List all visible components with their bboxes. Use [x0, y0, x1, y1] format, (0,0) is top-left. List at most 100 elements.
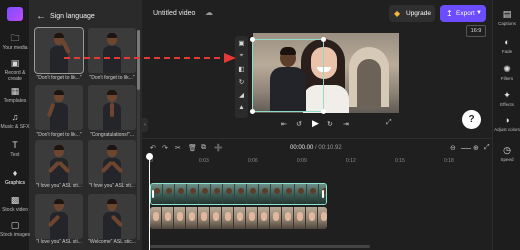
- skip-forward-icon[interactable]: ⇥: [343, 120, 349, 128]
- rail-item-fade[interactable]: ◐ Fade: [493, 37, 520, 54]
- zoom-slider[interactable]: [461, 148, 471, 149]
- current-time: 00:00.00: [290, 145, 314, 151]
- rotate-icon[interactable]: ↻: [235, 78, 248, 86]
- sticker-thumbnail[interactable]: [88, 194, 136, 239]
- add-media-icon[interactable]: ➕: [214, 144, 223, 152]
- fade-icon: ◐: [504, 37, 510, 47]
- sticker-thumbnail[interactable]: [34, 27, 84, 74]
- resize-handle[interactable]: [250, 109, 255, 114]
- delete-icon[interactable]: 🗑: [188, 144, 197, 152]
- sticker-label: "Don't forget to lik...": [36, 75, 82, 81]
- ruler-label: 0:18: [444, 158, 454, 164]
- rail-item-adjust-colors[interactable]: ◑ Adjust colors: [493, 115, 520, 132]
- avatar-figure: [47, 199, 69, 239]
- rail-item-graphics[interactable]: ♦ Graphics: [0, 168, 30, 186]
- duration: / 00:10.92: [315, 145, 342, 151]
- upgrade-button[interactable]: ◆ Upgrade: [389, 5, 435, 22]
- rail-item-templates[interactable]: ▦ Templates: [0, 86, 30, 104]
- film-icon: ▩: [10, 195, 20, 205]
- split-icon[interactable]: ✂: [175, 144, 181, 152]
- chevron-down-icon: ▼: [476, 10, 482, 16]
- fullscreen-icon[interactable]: ⤢: [386, 119, 392, 127]
- rail-item-text[interactable]: T Text: [0, 140, 30, 158]
- avatar-sticker-clip[interactable]: [150, 183, 327, 205]
- sticker-label: "I love you" ASL sti...: [36, 183, 82, 189]
- zoom-out-icon[interactable]: ⊖: [450, 144, 456, 152]
- crop-icon[interactable]: ⌖: [235, 52, 248, 60]
- clip-trim-handle-left[interactable]: [152, 190, 154, 198]
- upload-icon: ↥: [446, 9, 453, 18]
- sticker-thumbnail[interactable]: [35, 140, 83, 185]
- zoom-in-icon[interactable]: ⊕: [473, 144, 479, 152]
- fit-icon[interactable]: ▣: [235, 39, 248, 47]
- folder-icon: 🗀: [10, 33, 20, 43]
- overlay-selection-box[interactable]: [252, 39, 324, 112]
- rail-item-speed[interactable]: ◷ Speed: [493, 145, 520, 162]
- sticker-thumbnail[interactable]: [35, 85, 83, 130]
- top-bar: Untitled video ☁ ◆ Upgrade ↥ Export ▼: [142, 0, 492, 28]
- play-icon[interactable]: ▶: [312, 118, 319, 129]
- clip-trim-handle-right[interactable]: [322, 190, 324, 198]
- text-icon: T: [12, 140, 18, 150]
- undo-icon[interactable]: ↶: [150, 144, 156, 152]
- library-scrollbar-thumb[interactable]: [137, 30, 140, 90]
- avatar-figure: [47, 145, 71, 185]
- avatar-figure: [102, 33, 122, 73]
- document-title[interactable]: Untitled video: [153, 10, 195, 17]
- export-button[interactable]: ↥ Export ▼: [440, 5, 486, 22]
- rail-item-effects[interactable]: ✦ Effects: [493, 90, 520, 107]
- back-arrow-icon[interactable]: ←: [36, 11, 46, 22]
- avatar-figure: [100, 145, 124, 185]
- left-rail: 🗀 Your media ▣ Record & create ▦ Templat…: [0, 0, 30, 250]
- timeline-scrollbar[interactable]: [150, 245, 370, 248]
- aspect-ratio-button[interactable]: 16:9: [466, 25, 486, 37]
- redo-icon[interactable]: ↷: [162, 144, 168, 152]
- fit-timeline-icon[interactable]: ⤢: [484, 144, 490, 152]
- sticker-label: "Don't forget to lik...": [89, 75, 135, 81]
- video-clip[interactable]: [150, 207, 327, 229]
- right-rail: ▤ Captions ◐ Fade ✺ Filters ✦ Effects ◑ …: [492, 0, 520, 250]
- rail-item-captions[interactable]: ▤ Captions: [493, 9, 520, 26]
- rail-item-filters[interactable]: ✺ Filters: [493, 64, 520, 81]
- playhead-handle[interactable]: [146, 153, 153, 160]
- adjust-colors-icon: ◑: [504, 115, 510, 125]
- rail-item-stock-video[interactable]: ▩ Stock video: [0, 195, 30, 213]
- sticker-thumbnail[interactable]: [35, 194, 83, 239]
- avatar-figure: [102, 90, 122, 130]
- music-icon: ♫: [11, 112, 19, 122]
- ruler-label: 0:03: [199, 158, 209, 164]
- cloud-off-icon: ☁: [205, 8, 213, 17]
- skip-back-icon[interactable]: ⇤: [281, 120, 287, 128]
- ruler-label: 0:15: [395, 158, 405, 164]
- flip-icon[interactable]: ◢: [235, 91, 248, 99]
- playhead[interactable]: [149, 156, 150, 250]
- rail-item-record-create[interactable]: ▣ Record & create: [0, 58, 30, 82]
- resize-handle[interactable]: [250, 37, 255, 42]
- rail-item-your-media[interactable]: 🗀 Your media: [0, 33, 30, 51]
- forward-icon[interactable]: ↻: [327, 120, 333, 128]
- duplicate-icon[interactable]: ⧉: [201, 144, 206, 152]
- clipchamp-logo: [7, 7, 23, 21]
- rail-item-stock-images[interactable]: ▢ Stock images: [0, 220, 30, 238]
- resize-handle[interactable]: [321, 109, 326, 114]
- captions-icon: ▤: [502, 9, 512, 19]
- templates-icon: ▦: [10, 86, 20, 96]
- avatar-figure: [46, 90, 69, 130]
- sticker-label: "I love you" ASL sti...: [36, 239, 82, 245]
- sticker-thumbnail[interactable]: [88, 140, 136, 185]
- timeline: ↶ ↷ ✂ 🗑 ⧉ ➕ 00:00.00 / 00:10.92 ⊖ ⊕ ⤢ 0 …: [142, 138, 492, 250]
- effects-icon: ✦: [503, 90, 511, 100]
- sticker-thumbnail[interactable]: [88, 85, 136, 130]
- more-icon[interactable]: ▲: [235, 104, 248, 111]
- sticker-label: "Don't forget to lik...": [36, 132, 82, 138]
- sticker-thumbnail[interactable]: [88, 28, 136, 73]
- rail-item-music-sfx[interactable]: ♫ Music & SFX: [0, 112, 30, 130]
- sticker-label: "Congratulations!"...: [89, 132, 135, 138]
- collapse-panel-button[interactable]: ‹: [142, 118, 148, 132]
- help-button[interactable]: ?: [462, 110, 481, 129]
- floating-toolbar: ▣ ⌖ ◧ ↻ ◢ ▲: [235, 36, 248, 118]
- pip-icon[interactable]: ◧: [235, 65, 248, 73]
- resize-handle[interactable]: [321, 37, 326, 42]
- rewind-icon[interactable]: ↺: [296, 120, 302, 128]
- shapes-icon: ♦: [12, 168, 18, 178]
